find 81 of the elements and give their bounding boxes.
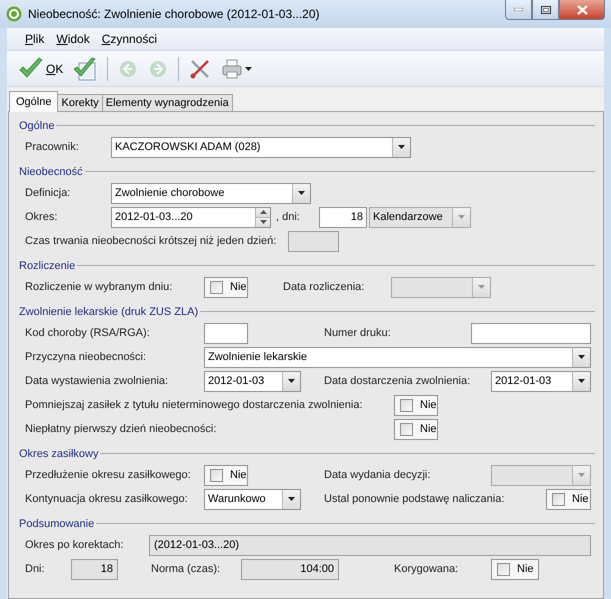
dropdown[interactable]: 2012-01-03 — [204, 370, 301, 392]
check-icon — [18, 56, 44, 80]
input-field[interactable] — [471, 322, 591, 344]
input-field[interactable] — [204, 322, 248, 344]
app-icon — [6, 6, 22, 22]
field-label: Data rozliczenia: — [283, 281, 364, 293]
field-label: Przedłużenie okresu zasiłkowego: — [25, 469, 191, 481]
section-title: Rozliczenie — [19, 260, 76, 272]
field-label: Definicja: — [25, 187, 70, 199]
field-label: Ustal ponownie podstawę naliczania: — [324, 493, 504, 505]
readonly-field: (2012-01-03...20) — [149, 534, 591, 556]
dropdown-arrow-icon — [578, 473, 585, 477]
tab[interactable]: Ogólne — [9, 91, 58, 112]
section-title: Ogólne — [19, 120, 54, 132]
dropdown[interactable]: Warunkowo — [204, 488, 301, 510]
field-label: Kontynuacja okresu zasiłkowego: — [25, 493, 188, 505]
field-label: Data wystawienia zwolnienia: — [25, 375, 168, 387]
menu-item[interactable]: Plik — [19, 30, 50, 48]
section-title: Zwolnienie lekarskie (druk ZUS ZLA) — [19, 306, 198, 318]
maximize-icon — [540, 6, 550, 14]
field-label: Korygowana: — [394, 563, 458, 575]
checkbox[interactable]: Nie — [491, 558, 539, 580]
up-arrow-icon — [260, 210, 266, 214]
forward-icon — [148, 58, 168, 78]
field-label: Data wydania decyzji: — [324, 469, 430, 481]
checkbox[interactable]: Nie — [394, 394, 438, 416]
dropdown-arrow-icon — [578, 379, 585, 383]
readonly-field: 104:00 — [241, 558, 339, 580]
field-label: Numer druku: — [324, 327, 391, 339]
maximize-button[interactable] — [532, 0, 559, 20]
close-button[interactable] — [559, 0, 605, 20]
tab[interactable]: Elementy wynagrodzenia — [102, 94, 233, 111]
dropdown[interactable]: KACZOROWSKI ADAM (028) — [111, 136, 411, 158]
caret-icon — [245, 66, 252, 70]
field-label: , dni: — [276, 211, 300, 223]
dropdown-arrow-icon — [458, 215, 465, 219]
tools-icon — [189, 58, 212, 80]
checkbox[interactable]: Nie — [546, 488, 591, 510]
field-label: Rozliczenie w wybranym dniu: — [25, 281, 172, 293]
dropdown[interactable]: Zwolnienie chorobowe — [111, 182, 311, 204]
down-arrow-icon — [260, 220, 266, 224]
menu-item[interactable]: Czynności — [96, 30, 164, 48]
dropdown[interactable]: Zwolnienie lekarskie — [204, 346, 591, 368]
checkbox[interactable]: Nie — [204, 464, 248, 486]
field-label: Kod choroby (RSA/RGA): — [25, 327, 150, 339]
dropdown-arrow-icon — [398, 145, 405, 149]
dropdown-arrow-icon — [288, 379, 295, 383]
field-label: Okres po korektach: — [25, 539, 124, 551]
back-icon — [118, 58, 138, 78]
field-label: Pracownik: — [25, 141, 79, 153]
close-icon — [576, 4, 588, 14]
field-label: Pomniejszaj zasiłek z tytułu nieterminowego dostarczenia zwolnienia: — [25, 399, 362, 411]
menu-item[interactable]: Widok — [50, 30, 96, 48]
field-label: Dni: — [25, 563, 45, 575]
input-field[interactable]: 18 — [319, 206, 367, 228]
checkbox[interactable]: Nie — [394, 418, 438, 440]
readonly-field — [288, 230, 339, 252]
printer-icon — [221, 58, 244, 80]
checkbox[interactable]: Nie — [204, 276, 248, 298]
spin-field[interactable]: 2012-01-03...20 — [111, 206, 271, 228]
tab[interactable]: Korekty — [57, 94, 103, 111]
window-title: Nieobecność: Zwolnienie chorobowe (2012-01-03...20) — [28, 7, 320, 21]
dropdown-arrow-icon — [288, 497, 295, 501]
readonly-field: 18 — [71, 558, 118, 580]
minimize-icon — [514, 8, 523, 11]
section-title: Nieobecność — [19, 166, 83, 178]
ok-button[interactable]: OK — [15, 54, 66, 82]
field-label: Przyczyna nieobecności: — [25, 351, 146, 363]
field-label: Czas trwania nieobecności krótszej niż jeden dzień: — [25, 235, 276, 247]
field-label: Norma (czas): — [151, 563, 220, 575]
dropdown-arrow-icon — [478, 285, 485, 289]
check-document-icon — [73, 56, 98, 80]
field-label: Data dostarczenia zwolnienia: — [324, 375, 470, 387]
dropdown-arrow-icon — [578, 355, 585, 359]
dropdown[interactable]: 2012-01-03 — [491, 370, 591, 392]
field-label: Okres: — [25, 211, 58, 223]
section-title: Okres zasiłkowy — [19, 448, 98, 460]
minimize-button[interactable] — [505, 0, 532, 20]
dropdown-arrow-icon — [298, 191, 305, 195]
section-title: Podsumowanie — [19, 518, 94, 530]
field-label: Niepłatny pierwszy dzień nieobecności: — [25, 423, 216, 435]
